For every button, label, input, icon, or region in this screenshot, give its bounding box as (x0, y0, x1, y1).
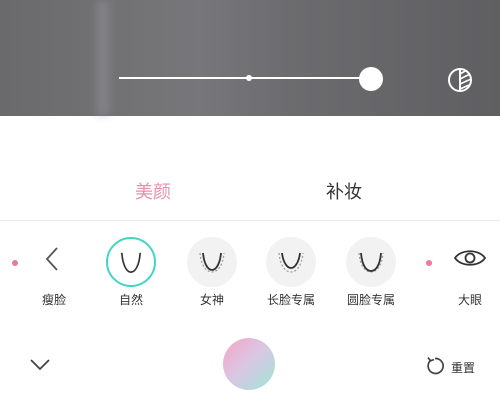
reset-label[interactable]: 重置 (451, 359, 475, 376)
face-option-natural[interactable] (106, 237, 156, 287)
chevron-left-icon[interactable] (40, 245, 64, 273)
intensity-slider-thumb[interactable] (359, 67, 383, 91)
face-long-icon (278, 252, 304, 273)
tab-makeup[interactable]: 补妆 (326, 178, 362, 204)
face-option-long-face[interactable] (266, 237, 316, 287)
slim-face-label[interactable]: 瘦脸 (14, 291, 94, 308)
intensity-slider-track[interactable] (119, 77, 371, 79)
face-natural-icon (120, 252, 142, 273)
intensity-slider-default-mark (246, 75, 252, 81)
compare-icon[interactable] (446, 66, 474, 94)
face-option-label: 圆脸专属 (346, 293, 395, 307)
reset-icon[interactable] (425, 356, 445, 376)
face-option-goddess[interactable] (187, 237, 237, 287)
chevron-down-icon[interactable] (29, 356, 51, 372)
face-option-round-face[interactable] (346, 237, 396, 287)
face-round-icon (358, 252, 384, 273)
face-option-label: 女神 (199, 293, 224, 307)
camera-preview (0, 0, 500, 116)
eye-icon[interactable] (452, 242, 488, 274)
face-option-label: 自然 (118, 293, 143, 307)
tab-divider (0, 220, 500, 221)
indicator-dot-right (426, 260, 432, 266)
indicator-dot-left (12, 260, 18, 266)
preview-streak (96, 0, 110, 116)
face-option-label: 长脸专属 (266, 293, 315, 307)
face-goddess-icon (199, 252, 225, 273)
capture-button[interactable] (223, 338, 275, 390)
tab-beauty[interactable]: 美颜 (135, 178, 171, 204)
big-eyes-label[interactable]: 大眼 (430, 291, 500, 308)
